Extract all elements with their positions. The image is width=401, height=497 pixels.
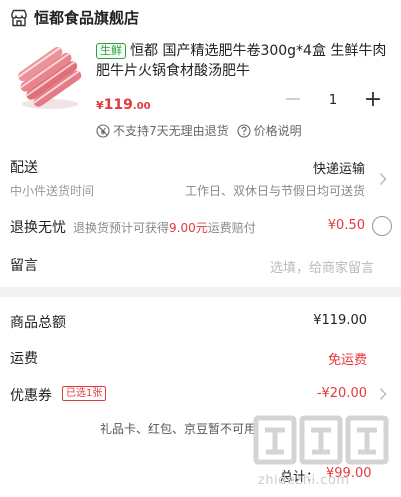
delivery-time: 工作日、双休日与节假日均可送货: [184, 184, 365, 198]
goods-total-label: 商品总额: [10, 315, 66, 331]
coupon-label: 优惠券: [10, 388, 52, 404]
message-label: 留言: [10, 258, 38, 274]
price-integer: 119: [103, 97, 133, 113]
return-insurance-label: 退换无忧: [10, 220, 66, 236]
return-insurance-checkbox[interactable]: [372, 216, 392, 236]
unavailable-notice: 礼品卡、红包、京豆暂不可用: [100, 422, 257, 436]
delivery-label: 配送: [10, 160, 38, 176]
order-item-card: 恒都食品旗舰店 恒都 国产精选肥牛卷300g*4盒 生鲜牛肉肥牛片火锅食材酸汤肥…: [0, 0, 401, 287]
return-desc-post: 运费赔付: [207, 221, 256, 235]
product-title[interactable]: 恒都 国产精选肥牛卷300g*4盒 生鲜牛肉肥牛片火锅食材酸汤肥牛: [96, 41, 388, 81]
chevron-right-icon: [379, 172, 387, 186]
delivery-sub: 中小件送货时间: [10, 184, 95, 198]
price-info-icon: [237, 123, 251, 138]
price-symbol: ¥: [96, 99, 104, 112]
return-insurance-desc: 退换货预计可获得9.00元运费赔付: [73, 219, 256, 236]
quantity-stepper: − 1 +: [278, 86, 389, 116]
price-note-link[interactable]: 价格说明: [254, 122, 302, 139]
decrease-quantity-button[interactable]: −: [278, 86, 308, 116]
service-notes: 不支持7天无理由退货 价格说明: [96, 122, 302, 139]
return-compensation-amount: 9.00元: [169, 221, 208, 235]
fresh-tag: 生鲜: [96, 43, 126, 59]
shop-header[interactable]: 恒都食品旗舰店: [10, 7, 139, 28]
increase-quantity-button[interactable]: +: [358, 86, 388, 116]
store-icon: [11, 9, 27, 26]
watermark-logo: [253, 415, 389, 465]
product-thumbnail[interactable]: [14, 42, 86, 114]
delivery-method: 快递运输: [312, 162, 365, 177]
chevron-right-icon: [379, 387, 387, 401]
no-return-icon: [96, 123, 110, 138]
shipping-label: 运费: [10, 351, 38, 367]
shop-name: 恒都食品旗舰店: [34, 9, 140, 27]
goods-total-value: ¥119.00: [313, 313, 367, 328]
coupon-value: -¥20.00: [316, 386, 367, 401]
no-return-text: 不支持7天无理由退货: [113, 124, 229, 138]
product-price: ¥119.00: [96, 94, 151, 113]
shipping-value: 免运费: [327, 353, 367, 368]
price-decimal: .00: [132, 101, 151, 112]
watermark-text: zhidezhi.com: [258, 473, 350, 488]
quantity-value[interactable]: 1: [308, 86, 358, 116]
return-desc-pre: 退换货预计可获得: [73, 221, 170, 235]
message-input[interactable]: 选填，给商家留言: [270, 257, 374, 276]
return-insurance-price: ¥0.50: [327, 218, 365, 233]
coupon-selected-badge: 已选1张: [62, 386, 107, 401]
